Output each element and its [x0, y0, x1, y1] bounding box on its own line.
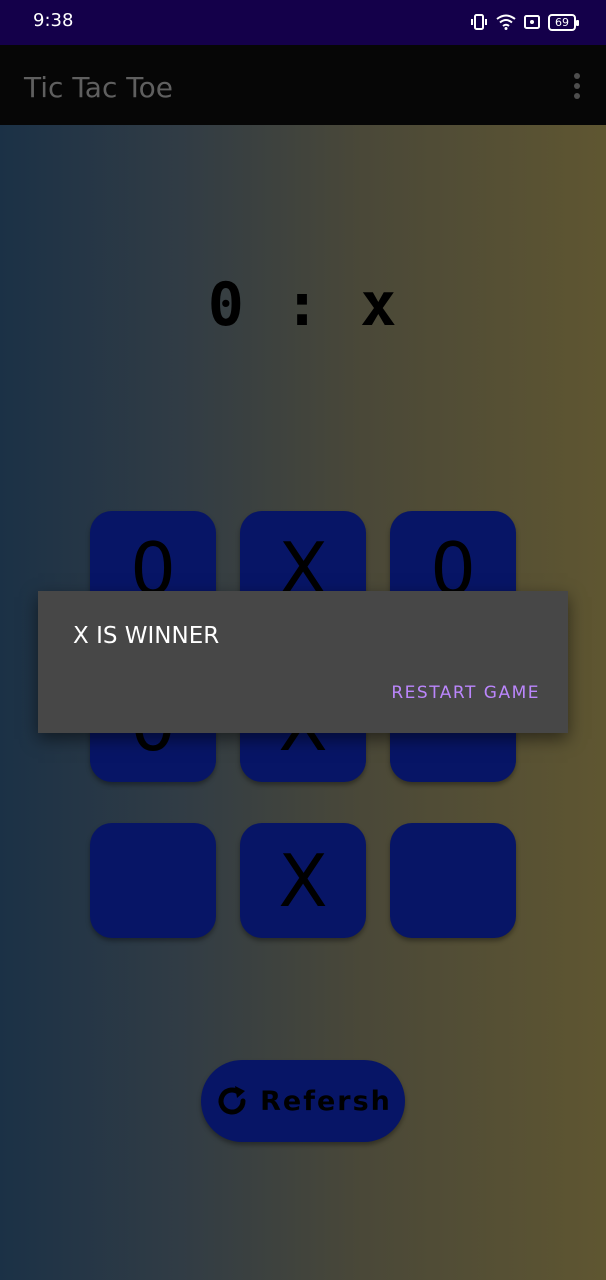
battery-icon: 69: [548, 13, 579, 31]
score-player-x: x: [360, 270, 399, 340]
status-time: 9:38: [33, 10, 74, 31]
menu-dot: [574, 73, 580, 79]
app-title: Tic Tac Toe: [24, 71, 173, 104]
restart-game-button[interactable]: RESTART GAME: [391, 683, 540, 703]
refresh-label: Refersh: [260, 1085, 392, 1117]
screen-record-icon: [524, 15, 540, 29]
menu-dot: [574, 83, 580, 89]
more-vert-icon[interactable]: [572, 73, 582, 99]
status-icons: 69: [470, 13, 579, 31]
board-cell-8[interactable]: X: [240, 823, 366, 938]
vibrate-icon: [471, 14, 487, 30]
score-player-o: 0: [207, 270, 246, 340]
app-bar: Tic Tac Toe: [0, 45, 606, 125]
wifi-icon: [496, 14, 516, 30]
status-bar: 9:38 69: [0, 0, 606, 45]
refresh-button[interactable]: Refersh: [201, 1060, 405, 1142]
dialog-message: X IS WINNER: [73, 623, 220, 649]
winner-dialog: X IS WINNER RESTART GAME: [38, 591, 568, 733]
board-cell-7[interactable]: [90, 823, 216, 938]
menu-dot: [574, 93, 580, 99]
score-display: 0 : x: [0, 270, 606, 340]
board-cell-9[interactable]: [390, 823, 516, 938]
score-separator: :: [283, 270, 323, 340]
refresh-icon: [218, 1086, 246, 1115]
